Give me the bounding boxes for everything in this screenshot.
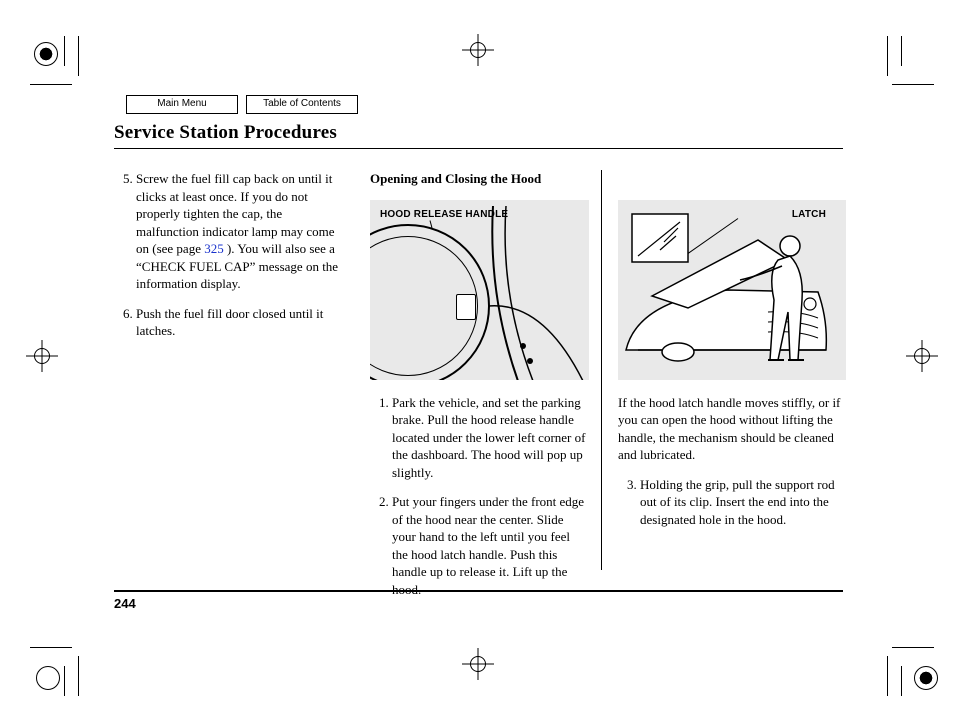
registration-cross-icon xyxy=(30,344,54,368)
page-title: Service Station Procedures xyxy=(114,122,337,144)
title-rule xyxy=(114,148,843,149)
dashboard-panel-icon xyxy=(488,206,589,380)
crop-mark-icon xyxy=(892,647,934,648)
registration-cross-icon xyxy=(910,344,934,368)
registration-ring-icon xyxy=(36,666,60,690)
registration-mark-icon xyxy=(914,666,938,690)
step-2: Put your fingers under the front edge of… xyxy=(392,493,589,598)
column-1: Screw the fuel fill cap back on until it… xyxy=(114,170,346,352)
hood-open-illustration-icon xyxy=(618,200,846,380)
registration-mark-icon xyxy=(34,42,58,66)
hood-latch-note: If the hood latch handle moves stiffly, … xyxy=(618,394,846,464)
crop-mark-icon xyxy=(64,666,65,696)
step-3: Holding the grip, pull the support rod o… xyxy=(640,476,846,529)
step-1: Park the vehicle, and set the parking br… xyxy=(392,394,589,482)
crop-mark-icon xyxy=(30,84,72,85)
crop-mark-icon xyxy=(892,84,934,85)
registration-cross-icon xyxy=(466,38,490,62)
crop-mark-icon xyxy=(30,647,72,648)
hood-release-lever-icon xyxy=(456,294,476,320)
footer-rule xyxy=(114,590,843,592)
nav-buttons: Main Menu Table of Contents xyxy=(126,95,358,114)
crop-mark-icon xyxy=(887,36,888,76)
crop-mark-icon xyxy=(78,656,79,696)
registration-cross-icon xyxy=(466,652,490,676)
crop-mark-icon xyxy=(887,656,888,696)
crop-mark-icon xyxy=(78,36,79,76)
page-link-325[interactable]: 325 xyxy=(204,241,224,256)
hood-section-heading: Opening and Closing the Hood xyxy=(370,170,589,188)
step-5: Screw the fuel fill cap back on until it… xyxy=(136,170,346,293)
column-2: Opening and Closing the Hood HOOD RELEAS… xyxy=(370,170,602,570)
toc-button[interactable]: Table of Contents xyxy=(246,95,358,114)
crop-mark-icon xyxy=(64,36,65,66)
figure-hood-latch: LATCH xyxy=(618,200,846,380)
crop-mark-icon xyxy=(901,666,902,696)
crop-mark-icon xyxy=(901,36,902,66)
page-number: 244 xyxy=(114,596,136,611)
column-3: x LATCH If the hood latch handle moves s… xyxy=(618,170,846,540)
step-6: Push the fuel fill door closed until it … xyxy=(136,305,346,340)
main-menu-button[interactable]: Main Menu xyxy=(126,95,238,114)
figure-hood-release: HOOD RELEASE HANDLE xyxy=(370,200,589,380)
